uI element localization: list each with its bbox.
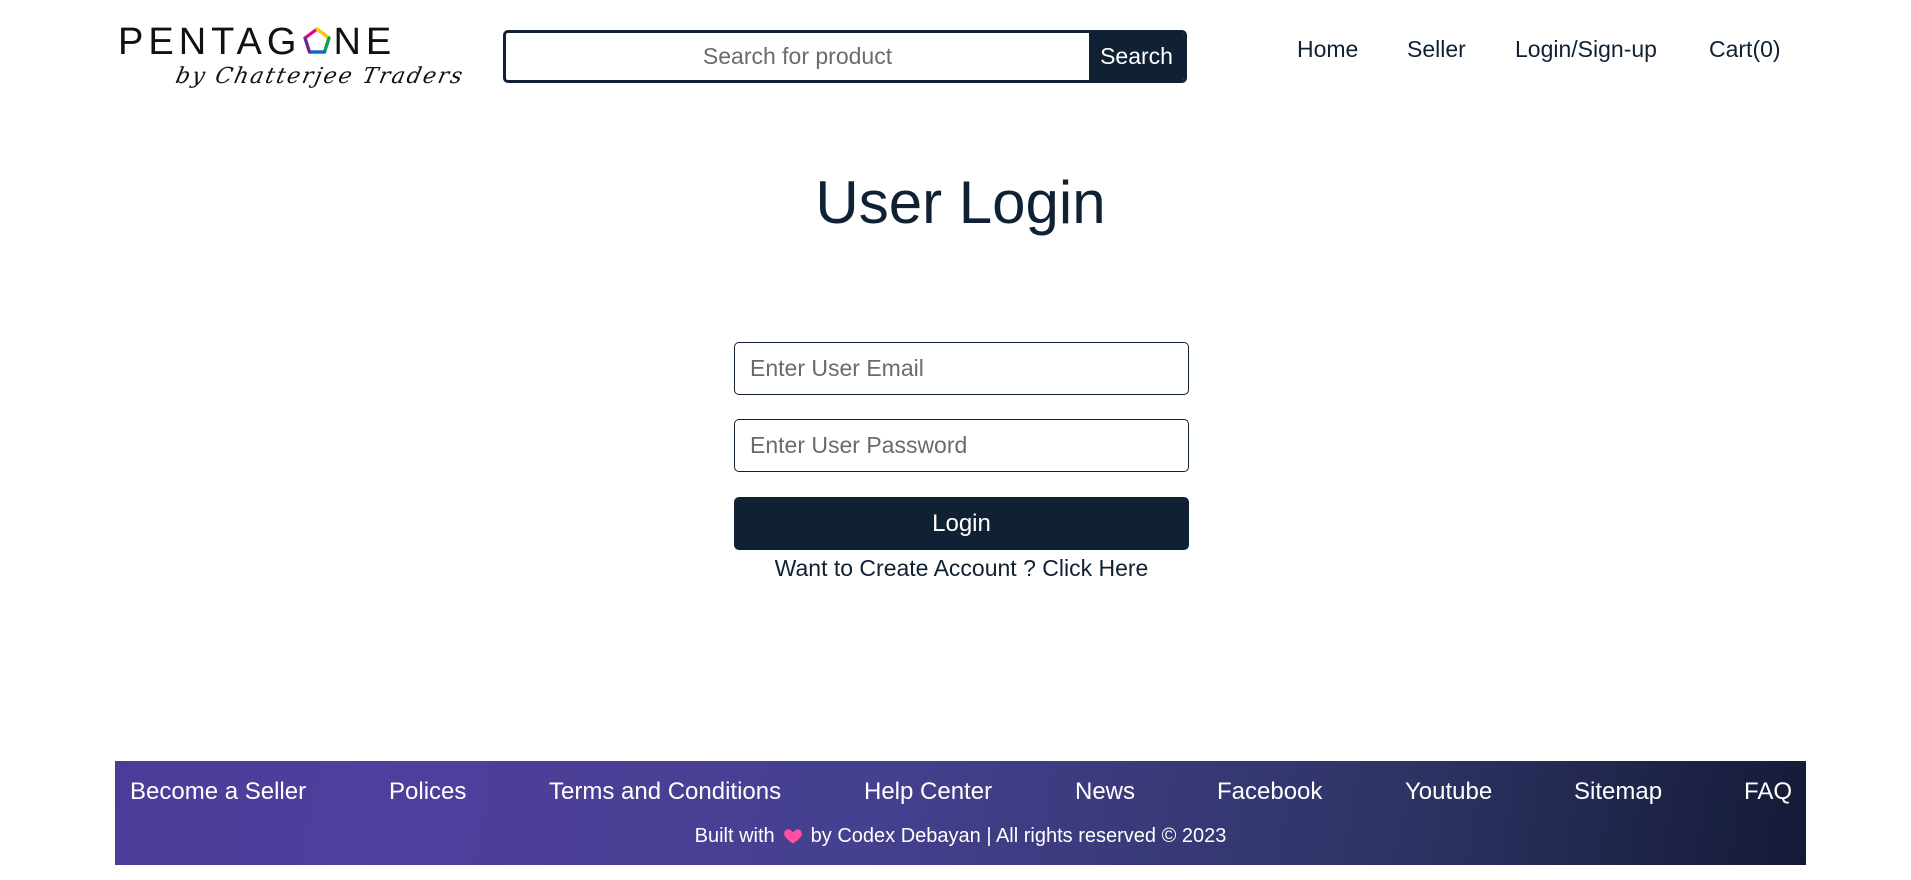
footer-link-polices[interactable]: Polices	[389, 778, 466, 806]
nav-seller[interactable]: Seller	[1407, 36, 1466, 63]
create-account-link[interactable]: Click Here	[1042, 555, 1148, 581]
create-account-text: Want to Create Account ?	[774, 555, 1043, 581]
footer-link-become-seller[interactable]: Become a Seller	[130, 778, 306, 806]
password-field[interactable]	[734, 419, 1189, 472]
logo-text-end: NE	[333, 21, 397, 63]
login-button[interactable]: Login	[734, 497, 1189, 550]
site-footer: Become a Seller Polices Terms and Condit…	[115, 761, 1806, 865]
search-button[interactable]: Search	[1089, 33, 1184, 80]
footer-link-news[interactable]: News	[1075, 778, 1135, 806]
nav-login-signup[interactable]: Login/Sign-up	[1515, 36, 1657, 63]
nav-home[interactable]: Home	[1297, 36, 1358, 63]
footer-link-youtube[interactable]: Youtube	[1405, 778, 1492, 806]
footer-link-facebook[interactable]: Facebook	[1217, 778, 1322, 806]
footer-link-sitemap[interactable]: Sitemap	[1574, 778, 1662, 806]
search-input[interactable]	[506, 33, 1089, 80]
footer-link-help-center[interactable]: Help Center	[864, 778, 992, 806]
footer-link-terms[interactable]: Terms and Conditions	[549, 778, 781, 806]
create-account-prompt: Want to Create Account ? Click Here	[734, 554, 1189, 582]
logo-subtitle: by Chatterjee Traders	[173, 64, 467, 89]
search-bar: Search	[503, 30, 1187, 83]
footer-credit: Built with by Codex Debayan | All rights…	[115, 823, 1806, 849]
nav-cart[interactable]: Cart(0)	[1709, 36, 1781, 63]
email-field[interactable]	[734, 342, 1189, 395]
site-header: PENTAG NE by Chatterjee Traders Search H…	[0, 0, 1911, 110]
page-title: User Login	[815, 169, 1106, 236]
logo-text-start: PENTAG	[118, 21, 302, 63]
brand-logo[interactable]: PENTAG NE by Chatterjee Traders	[118, 22, 467, 92]
built-with-text: Built with	[694, 825, 775, 847]
pentagon-icon	[303, 27, 332, 54]
logo-wordmark: PENTAG NE	[118, 22, 396, 62]
heart-icon	[783, 829, 802, 844]
credit-text: by Codex Debayan | All rights reserved ©…	[810, 825, 1227, 847]
footer-link-faq[interactable]: FAQ	[1744, 778, 1792, 806]
